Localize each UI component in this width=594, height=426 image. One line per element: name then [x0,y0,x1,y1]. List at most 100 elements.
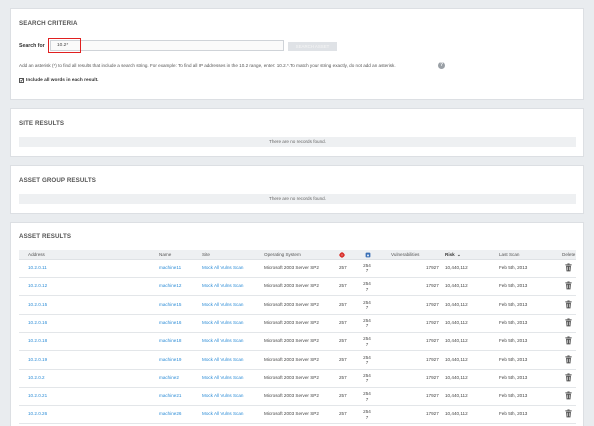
trash-icon[interactable] [565,300,572,309]
site-link[interactable]: Mock All Vulns Scan [202,393,243,398]
malware-icon[interactable] [365,252,371,258]
trash-icon[interactable] [565,318,572,327]
col-last-scan[interactable]: Last Scan [499,252,519,257]
risk-cell: 10,440,112 [445,283,468,289]
trash-icon[interactable] [565,409,572,418]
col-delete: Delete [562,252,576,257]
malware-cell: 254 7 [363,318,371,329]
malware-count: 7 [365,305,369,310]
table-row: 10.2.0.2 machine2 Mock All Vulns Scan Micro… [19,370,576,388]
os-cell: Microsoft 2003 Server SP2 [264,393,319,399]
address-link[interactable]: 10.2.0.15 [28,302,47,307]
address-link[interactable]: 10.2.0.18 [28,338,47,343]
col-site[interactable]: Site [202,252,210,257]
name-link[interactable]: machine26 [159,411,181,416]
search-criteria-title: SEARCH CRITERIA [19,20,78,27]
name-link[interactable]: machine12 [159,283,181,288]
vulnerabilities-cell: 17927 [426,265,439,270]
os-cell: Microsoft 2003 Server SP2 [264,411,319,417]
search-for-label: Search for [19,43,45,49]
os-cell: Microsoft 2003 Server SP2 [264,356,319,362]
vulnerabilities-cell: 17927 [426,393,439,399]
last-scan-cell: Feb 5th, 2013 [499,393,528,399]
name-link[interactable]: machine18 [159,338,181,343]
vulnerabilities-cell: 17927 [426,319,439,325]
trash-icon[interactable] [565,354,572,364]
trash-icon[interactable] [565,336,572,345]
trash-icon[interactable] [565,391,572,400]
address-link[interactable]: 10.2.0.26 [28,411,47,416]
site-link[interactable]: Mock All Vulns Scan [202,320,243,325]
risk-cell: 10,440,112 [445,374,468,380]
address-link[interactable]: 10.2.0.2 [28,375,45,380]
site-link[interactable]: Mock All Vulns Scan [202,357,243,362]
table-row: 10.2.0.16 machine16 Mock All Vulns Scan Mic… [19,315,576,333]
table-row: 10.2.0.18 machine18 Mock All Vulns Scan Mic… [19,333,576,352]
trash-icon[interactable] [565,281,572,290]
address-link[interactable]: 10.2.0.19 [28,357,47,362]
search-input[interactable] [50,40,284,51]
site-link[interactable]: Mock All Vulns Scan [202,265,243,270]
table-row: 10.2.0.26 machine26 Mock All Vulns Scan Mic… [19,406,576,425]
include-all-words-label: Include all words in each result. [26,78,99,83]
malware-count: 7 [365,378,369,384]
address-link[interactable]: 10.2.0.12 [28,283,47,288]
site-link[interactable]: Mock All Vulns Scan [202,302,243,307]
os-cell: Microsoft 2003 Server SP2 [264,283,319,289]
site-link[interactable]: Mock All Vulns Scan [202,411,243,416]
exploits-cell: 257 [339,374,347,380]
site-link[interactable]: Mock All Vulns Scan [202,283,243,288]
table-row: 10.2.0.12 machine12 Mock All Vulns Scan Mic… [19,278,576,297]
name-link[interactable]: machine16 [159,320,181,325]
name-link[interactable]: machine11 [159,265,181,270]
address-link[interactable]: 10.2.0.16 [28,320,47,325]
risk-sort-icon[interactable]: ⌄ [457,252,461,258]
search-asset-button[interactable]: SEARCH ASSET [288,42,337,51]
name-link[interactable]: machine2 [159,375,179,380]
malware-count: 7 [365,268,369,274]
trash-icon[interactable] [565,263,572,272]
address-link[interactable]: 10.2.0.21 [28,393,47,398]
risk-cell: 10,440,112 [445,356,468,362]
last-scan-cell: Feb 5th, 2013 [499,301,528,307]
exploits-cell: 257 [339,393,347,399]
malware-count: 7 [365,414,369,420]
name-link[interactable]: machine19 [159,357,181,362]
os-cell: Microsoft 2003 Server SP2 [264,319,319,325]
name-link[interactable]: machine15 [159,302,181,307]
col-name[interactable]: Name [159,252,171,257]
asset-table-header: Address Name Site Operating System Vulne… [19,250,576,260]
os-cell: Microsoft 2003 Server SP2 [264,301,319,307]
exploits-cell: 257 [339,319,347,325]
malware-cell: 254 7 [363,391,371,402]
exploits-cell: 257 [339,338,347,344]
site-link[interactable]: Mock All Vulns Scan [202,338,243,343]
trash-icon[interactable] [565,373,572,382]
exploit-icon[interactable] [339,252,345,258]
malware-count: 254 [363,391,371,397]
table-row: 10.2.0.21 machine21 Mock All Vulns Scan Mic… [19,388,576,407]
last-scan-cell: Feb 5th, 2013 [499,338,528,344]
search-help-text: Add an asterisk (*) to find all results … [19,63,396,68]
search-criteria-panel: SEARCH CRITERIA Search for SEARCH ASSET … [10,8,584,100]
include-all-words-checkbox[interactable]: ✔ [19,78,24,83]
site-results-panel: SITE RESULTS There are no records found. [10,108,584,157]
site-results-empty: There are no records found. [19,137,576,147]
site-link[interactable]: Mock All Vulns Scan [202,375,243,380]
os-cell: Microsoft 2003 Server SP2 [264,374,319,380]
include-all-words-row[interactable]: ✔ Include all words in each result. [19,78,99,83]
last-scan-cell: Feb 5th, 2013 [499,374,528,380]
os-cell: Microsoft 2003 Server SP2 [264,265,319,270]
help-icon[interactable]: ? [438,62,445,69]
risk-cell: 10,440,112 [445,338,468,344]
address-link[interactable]: 10.2.0.11 [28,265,47,270]
exploits-cell: 257 [339,301,347,307]
col-address[interactable]: Address [28,252,45,257]
vulnerabilities-cell: 17927 [426,411,439,417]
col-vulnerabilities[interactable]: Vulnerabilities [391,252,419,257]
col-risk[interactable]: Risk [445,252,455,257]
col-operating-system[interactable]: Operating System [264,252,301,257]
malware-cell: 254 7 [363,373,371,384]
vulnerabilities-cell: 17927 [426,301,439,307]
name-link[interactable]: machine21 [159,393,181,398]
